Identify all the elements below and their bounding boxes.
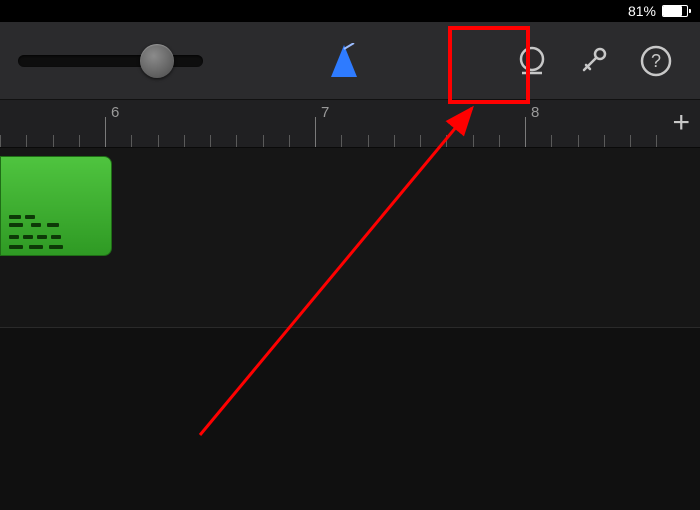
add-track-button[interactable]: +	[672, 108, 690, 138]
midi-region[interactable]	[0, 156, 112, 256]
ruler-tick-minor	[263, 135, 264, 147]
midi-note	[23, 235, 33, 239]
lower-panel	[0, 328, 700, 510]
ruler-tick-minor	[79, 135, 80, 147]
toolbar: ?	[0, 22, 700, 100]
midi-note	[49, 245, 63, 249]
midi-note	[47, 223, 59, 227]
ruler-tick-minor	[184, 135, 185, 147]
ruler-tick-minor	[446, 135, 447, 147]
ruler-tick-minor	[131, 135, 132, 147]
ruler-tick-major	[315, 117, 316, 147]
slider-knob[interactable]	[140, 44, 174, 78]
ruler-tick-minor	[656, 135, 657, 147]
volume-slider[interactable]	[18, 55, 203, 67]
track-area[interactable]	[0, 148, 700, 328]
ruler-tick-major	[525, 117, 526, 147]
midi-note	[29, 245, 43, 249]
ruler-tick-minor	[158, 135, 159, 147]
ruler-bar-label: 7	[321, 104, 329, 121]
ruler-tick-minor	[578, 135, 579, 147]
ruler-tick-minor	[53, 135, 54, 147]
ruler-tick-minor	[604, 135, 605, 147]
ruler-tick-minor	[420, 135, 421, 147]
ruler-tick-minor	[341, 135, 342, 147]
ruler-bar-label: 8	[531, 104, 539, 121]
ruler-tick-minor	[473, 135, 474, 147]
timeline-ruler[interactable]: + 6 7 8	[0, 100, 700, 148]
ruler-tick-major	[105, 117, 106, 147]
ruler-tick-minor	[499, 135, 500, 147]
midi-note	[9, 215, 21, 219]
ruler-tick-minor	[210, 135, 211, 147]
battery-icon	[662, 5, 688, 17]
status-bar: 81%	[0, 0, 700, 22]
metronome-button[interactable]	[318, 35, 370, 87]
ruler-bar-label: 6	[111, 104, 119, 121]
midi-note	[25, 215, 35, 219]
ruler-tick-minor	[0, 135, 1, 147]
ruler-tick-minor	[26, 135, 27, 147]
help-button[interactable]: ?	[630, 35, 682, 87]
midi-note	[51, 235, 61, 239]
ruler-tick-minor	[394, 135, 395, 147]
midi-note	[9, 223, 23, 227]
ruler-tick-minor	[289, 135, 290, 147]
midi-note	[31, 223, 41, 227]
ruler-tick-minor	[236, 135, 237, 147]
ruler-tick-minor	[551, 135, 552, 147]
loop-button[interactable]	[506, 35, 558, 87]
ruler-tick-minor	[368, 135, 369, 147]
midi-note	[9, 235, 19, 239]
midi-note	[37, 235, 47, 239]
svg-text:?: ?	[651, 51, 661, 71]
ruler-tick-minor	[630, 135, 631, 147]
midi-note	[9, 245, 23, 249]
battery-fill	[663, 6, 682, 16]
settings-button[interactable]	[568, 35, 620, 87]
battery-percent-label: 81%	[628, 3, 656, 19]
